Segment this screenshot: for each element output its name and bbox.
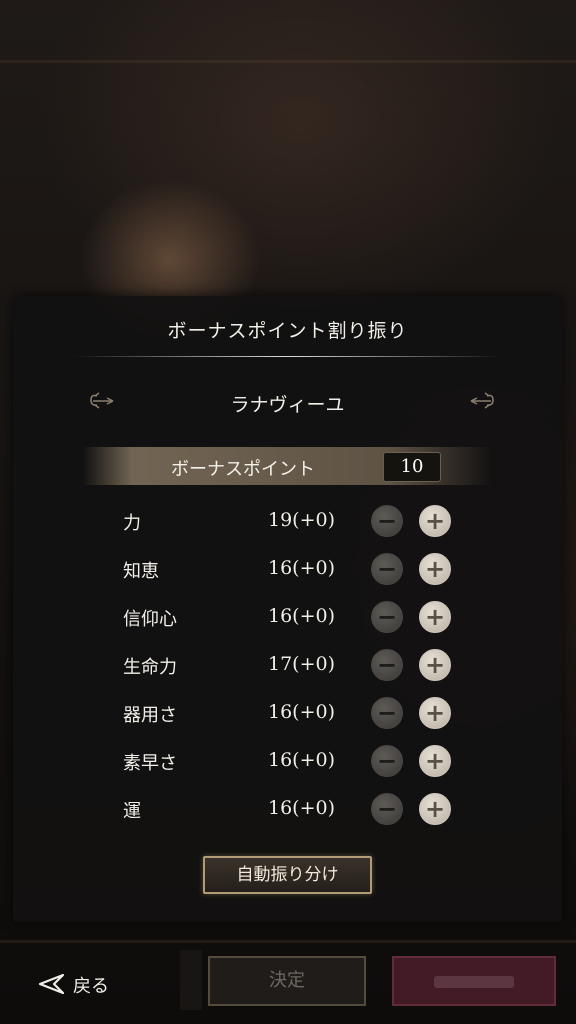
background-blur [0, 60, 576, 63]
bonus-points-label: ボーナスポイント [171, 459, 315, 480]
stat-name: 素早さ [123, 753, 177, 774]
increase-button[interactable]: + [419, 793, 451, 825]
stat-row-agility: 素早さ 16(+0) − + [13, 741, 562, 781]
stat-name: 信仰心 [123, 609, 177, 630]
decrease-button[interactable]: − [371, 649, 403, 681]
blurred-label [434, 976, 514, 988]
stat-name: 知恵 [123, 561, 159, 582]
character-selector: ラナヴィーユ [13, 386, 562, 416]
stat-name: 生命力 [123, 657, 177, 678]
background-blur [0, 940, 576, 943]
bonus-points-value: 10 [383, 452, 441, 482]
next-character-icon[interactable] [461, 386, 501, 416]
stat-value: 16(+0) [267, 557, 335, 579]
stat-value: 16(+0) [267, 797, 335, 819]
secondary-action-button[interactable] [392, 956, 556, 1006]
back-label: 戻る [73, 976, 109, 997]
back-arrow-icon [38, 973, 65, 995]
stat-name: 器用さ [123, 705, 177, 726]
increase-button[interactable]: + [419, 745, 451, 777]
stat-name: 運 [123, 801, 141, 822]
stat-row-dexterity: 器用さ 16(+0) − + [13, 693, 562, 733]
decrease-button[interactable]: − [371, 505, 403, 537]
stat-value: 17(+0) [267, 653, 335, 675]
back-button[interactable]: 戻る [36, 968, 126, 1000]
decrease-button[interactable]: − [371, 601, 403, 633]
stat-row-wisdom: 知恵 16(+0) − + [13, 549, 562, 589]
decrease-button[interactable]: − [371, 553, 403, 585]
decrease-button[interactable]: − [371, 745, 403, 777]
auto-assign-button[interactable]: 自動振り分け [203, 856, 372, 894]
title-divider [73, 356, 502, 357]
bonus-points-dialog: ボーナスポイント割り振り ラナヴィーユ ボーナスポイント 10 力 19(+0)… [13, 296, 562, 922]
stat-row-strength: 力 19(+0) − + [13, 501, 562, 541]
bonus-points-bar: ボーナスポイント 10 [83, 447, 492, 485]
decrease-button[interactable]: − [371, 793, 403, 825]
increase-button[interactable]: + [419, 601, 451, 633]
stat-row-faith: 信仰心 16(+0) − + [13, 597, 562, 637]
stat-value: 19(+0) [267, 509, 335, 531]
stat-value: 16(+0) [267, 701, 335, 723]
stat-value: 16(+0) [267, 749, 335, 771]
dialog-title: ボーナスポイント割り振り [167, 320, 408, 342]
confirm-button[interactable]: 決定 [208, 956, 366, 1006]
decrease-button[interactable]: − [371, 697, 403, 729]
increase-button[interactable]: + [419, 697, 451, 729]
stat-row-vitality: 生命力 17(+0) − + [13, 645, 562, 685]
increase-button[interactable]: + [419, 505, 451, 537]
stat-row-luck: 運 16(+0) − + [13, 789, 562, 829]
stat-name: 力 [123, 513, 141, 534]
increase-button[interactable]: + [419, 649, 451, 681]
increase-button[interactable]: + [419, 553, 451, 585]
background-blur [180, 950, 202, 1010]
stat-value: 16(+0) [267, 605, 335, 627]
